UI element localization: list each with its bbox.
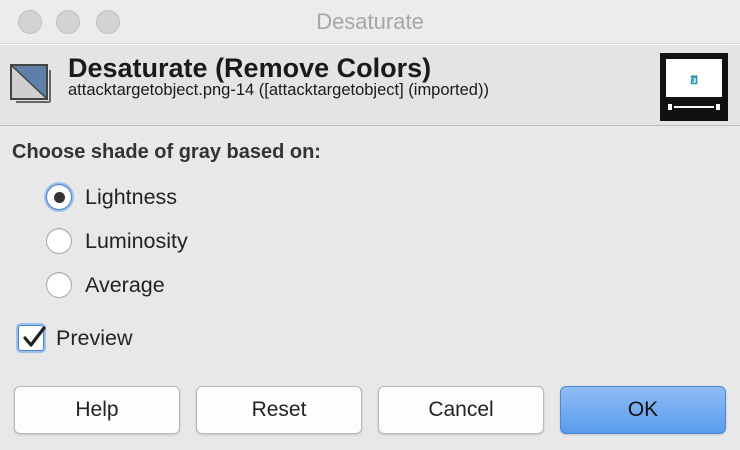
help-button[interactable]: Help [14,386,180,434]
radio-label: Luminosity [85,228,188,253]
preview-label: Preview [56,325,133,350]
radio-selected-dot [53,191,65,203]
title-bar: Desaturate [0,0,740,44]
reset-button[interactable]: Reset [196,386,362,434]
desaturate-icon [10,59,54,105]
dialog-header: Desaturate (Remove Colors) attacktargeto… [0,44,740,126]
dialog-title: Desaturate (Remove Colors) [68,53,432,83]
radio-button[interactable] [46,184,72,210]
radio-option-average[interactable]: Average [46,271,165,299]
preview-toggle[interactable]: Preview [18,323,132,353]
ok-button[interactable]: OK [560,386,726,434]
radio-label: Average [85,272,165,297]
image-name-subtitle: attacktargetobject.png-14 ([attacktarget… [68,81,489,99]
image-preview-thumbnail: ฮ [660,53,728,121]
radio-option-luminosity[interactable]: Luminosity [46,227,188,255]
radio-button[interactable] [46,228,72,254]
radio-label: Lightness [85,184,178,209]
shade-section-label: Choose shade of gray based on: [12,141,321,163]
svg-text:ฮ: ฮ [689,70,698,88]
checkmark-icon [23,326,46,347]
preview-checkbox[interactable] [18,325,46,351]
radio-option-lightness[interactable]: Lightness [46,183,177,211]
radio-button[interactable] [46,272,72,298]
window-title: Desaturate [316,9,424,34]
cancel-button[interactable]: Cancel [378,386,544,434]
